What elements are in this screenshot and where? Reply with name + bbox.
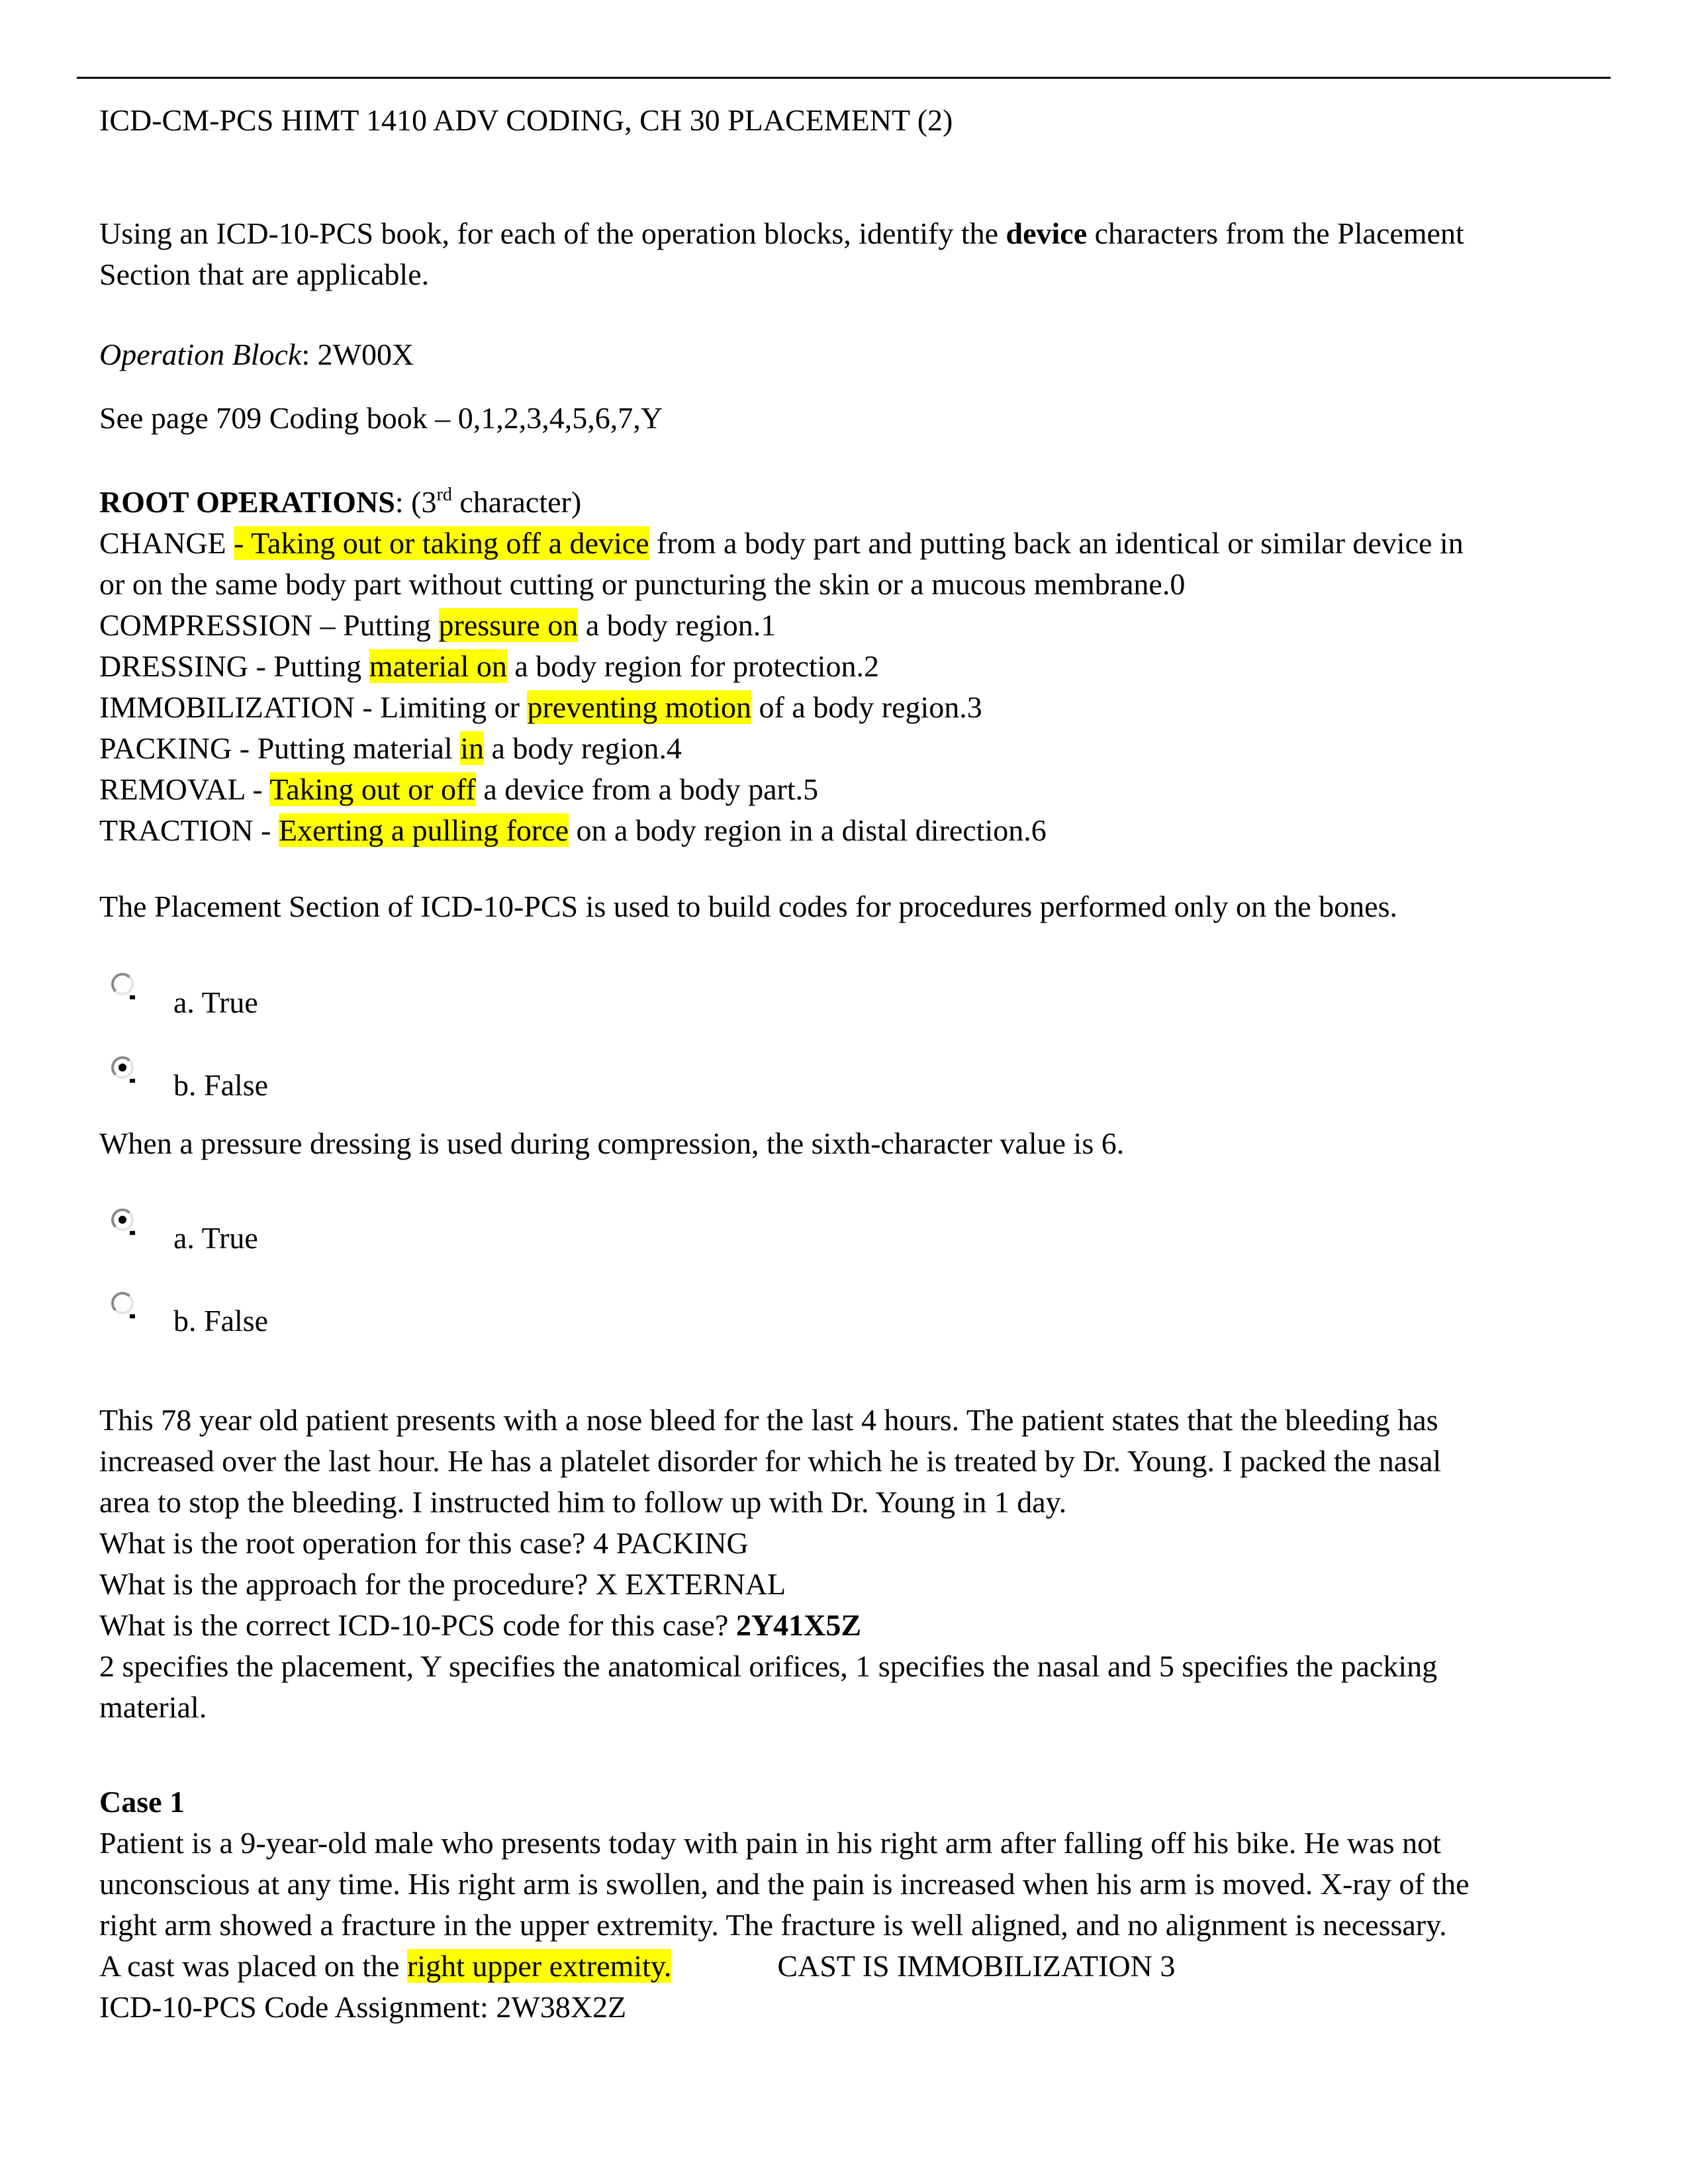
intro-line-2: Section that are applicable.: [99, 257, 430, 291]
highlighted-text: Taking out or off: [269, 772, 476, 806]
root-operations-heading: ROOT OPERATIONS: (3rd character): [99, 482, 1609, 523]
case-1-heading: Case 1: [99, 1785, 185, 1819]
highlighted-text: pressure on: [438, 608, 579, 642]
highlighted-text: right upper extremity.: [406, 1949, 672, 1983]
root-op-name: REMOVAL: [99, 772, 245, 806]
intro-paragraph: Using an ICD-10-PCS book, for each of th…: [99, 213, 1609, 295]
root-op-dressing: DRESSING - Putting material on a body re…: [99, 646, 1609, 687]
case-narrative-line: area to stop the bleeding. I instructed …: [99, 1485, 1067, 1519]
highlighted-text: in: [460, 731, 484, 765]
code-assignment: ICD-10-PCS Code Assignment: 2W38X2Z: [99, 1990, 627, 2024]
root-op-name: IMMOBILIZATION: [99, 690, 355, 724]
root-operations-title: ROOT OPERATIONS: [99, 485, 395, 519]
root-op-text: -: [253, 813, 279, 847]
root-op-name: CHANGE: [99, 526, 226, 560]
root-op-text: a body region for protection.2: [506, 649, 879, 683]
highlighted-text: - Taking out or taking off a device: [234, 526, 649, 560]
root-op-traction: TRACTION - Exerting a pulling force on a…: [99, 810, 1609, 851]
root-op-text: a device from a body part.5: [475, 772, 819, 806]
radio-button-q2-false[interactable]: [111, 1292, 135, 1318]
header-rule: [77, 77, 1611, 79]
code-answer: 2Y41X5Z: [735, 1608, 861, 1642]
explanation-line: material.: [99, 1690, 207, 1724]
root-op-text: – Putting: [312, 608, 439, 642]
radio-button-q1-true[interactable]: [111, 973, 135, 999]
operation-block-line: Operation Block: 2W00X: [99, 334, 1609, 375]
option-label-q2-true[interactable]: a. True: [173, 1218, 258, 1259]
case-1: Case 1 Patient is a 9-year-old male who …: [99, 1782, 1609, 2028]
code-question-label: What is the correct ICD-10-PCS code for …: [99, 1608, 736, 1642]
question-2: When a pressure dressing is used during …: [99, 1123, 1609, 1164]
root-op-text: from a body part and putting back an ide…: [649, 526, 1464, 560]
case-narrative-line: increased over the last hour. He has a p…: [99, 1444, 1442, 1478]
cast-text: A cast was placed on the: [99, 1949, 407, 1983]
root-op-packing: PACKING - Putting material in a body reg…: [99, 728, 1609, 769]
root-op-text: [226, 526, 234, 560]
root-op-text: a body region.1: [578, 608, 776, 642]
heading-suffix: character): [451, 485, 582, 519]
highlighted-text: material on: [369, 649, 507, 683]
root-operations-section: ROOT OPERATIONS: (3rd character) CHANGE …: [99, 482, 1609, 851]
intro-text: Using an ICD-10-PCS book, for each of th…: [99, 216, 1006, 250]
option-label-q1-true[interactable]: a. True: [173, 982, 258, 1023]
operation-block-label: Operation Block: [99, 338, 302, 371]
cast-note: CAST IS IMMOBILIZATION 3: [777, 1949, 1176, 1983]
see-page-note: See page 709 Coding book – 0,1,2,3,4,5,6…: [99, 398, 1609, 439]
root-op-text: - Limiting or: [354, 690, 528, 724]
root-op-text: of a body region.3: [751, 690, 982, 724]
cast-line: A cast was placed on the right upper ext…: [99, 1946, 1609, 1987]
root-op-change-continued: or on the same body part without cutting…: [99, 567, 1186, 601]
see-page-text: See page 709 Coding book – 0,1,2,3,4,5,6…: [99, 401, 663, 435]
root-operation-question: What is the root operation for this case…: [99, 1526, 749, 1560]
root-op-text: - Putting material: [232, 731, 461, 765]
intro-line-1: Using an ICD-10-PCS book, for each of th…: [99, 213, 1609, 254]
root-op-change: CHANGE - Taking out or taking off a devi…: [99, 523, 1609, 564]
case-1-heading-line: Case 1: [99, 1782, 1609, 1823]
root-op-compression: COMPRESSION – Putting pressure on a body…: [99, 605, 1609, 646]
intro-text: characters from the Placement: [1087, 216, 1464, 250]
question-1: The Placement Section of ICD-10-PCS is u…: [99, 886, 1609, 927]
intro-bold-device: device: [1006, 216, 1088, 250]
root-op-name: COMPRESSION: [99, 608, 313, 642]
root-op-text: on a body region in a distal direction.6: [569, 813, 1047, 847]
case-narrative-line: This 78 year old patient presents with a…: [99, 1403, 1438, 1437]
operation-block-value: : 2W00X: [301, 338, 414, 371]
radio-button-q2-true[interactable]: [111, 1208, 135, 1235]
option-label-q1-false[interactable]: b. False: [173, 1065, 268, 1106]
root-op-text: -: [244, 772, 270, 806]
root-op-name: DRESSING: [99, 649, 248, 683]
operation-block: Operation Block: 2W00X: [99, 334, 1609, 375]
root-op-removal: REMOVAL - Taking out or off a device fro…: [99, 769, 1609, 810]
root-op-immobilization: IMMOBILIZATION - Limiting or preventing …: [99, 687, 1609, 728]
option-label-q2-false[interactable]: b. False: [173, 1300, 268, 1342]
radio-button-q1-false[interactable]: [111, 1056, 135, 1083]
root-op-text: - Putting: [248, 649, 369, 683]
heading-suffix: : (3: [395, 485, 437, 519]
explanation-line: 2 specifies the placement, Y specifies t…: [99, 1649, 1438, 1683]
nosebleed-case: This 78 year old patient presents with a…: [99, 1400, 1609, 1728]
root-op-name: TRACTION: [99, 813, 254, 847]
question-2-text: When a pressure dressing is used during …: [99, 1126, 1125, 1160]
code-question: What is the correct ICD-10-PCS code for …: [99, 1605, 1609, 1646]
radio-dot: [118, 1216, 126, 1224]
case-narrative-line: Patient is a 9-year-old male who present…: [99, 1826, 1441, 1860]
document-title: ICD-CM-PCS HIMT 1410 ADV CODING, CH 30 P…: [99, 100, 1609, 141]
highlighted-text: Exerting a pulling force: [278, 813, 569, 847]
radio-dot: [118, 1064, 126, 1071]
root-op-text: a body region.4: [483, 731, 682, 765]
question-1-text: The Placement Section of ICD-10-PCS is u…: [99, 889, 1397, 923]
ordinal-superscript: rd: [436, 484, 452, 505]
title-text: ICD-CM-PCS HIMT 1410 ADV CODING, CH 30 P…: [99, 103, 953, 137]
case-narrative-line: unconscious at any time. His right arm i…: [99, 1867, 1470, 1901]
case-narrative-line: right arm showed a fracture in the upper…: [99, 1908, 1447, 1942]
approach-question: What is the approach for the procedure? …: [99, 1567, 786, 1601]
highlighted-text: preventing motion: [527, 690, 752, 724]
root-op-name: PACKING: [99, 731, 232, 765]
